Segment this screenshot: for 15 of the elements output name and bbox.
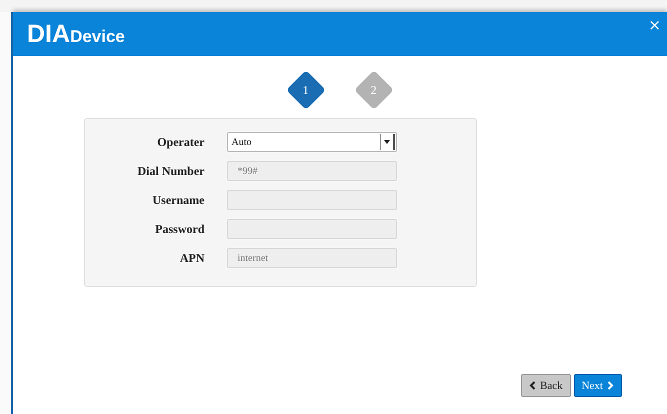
- step-indicator[interactable]: 1: [286, 70, 326, 110]
- field-label: Username: [152, 192, 204, 208]
- chevron-right-icon: [607, 381, 614, 390]
- back-button[interactable]: Back: [521, 374, 571, 397]
- operator-select[interactable]: Auto: [226, 132, 396, 152]
- step-indicator[interactable]: 2: [354, 70, 394, 110]
- field-label: Password: [154, 222, 204, 236]
- field-label: Operater: [156, 134, 204, 150]
- close-button[interactable]: ×: [644, 14, 665, 36]
- chevron-left-icon: [529, 381, 536, 390]
- field-label: APN: [178, 250, 204, 266]
- next-button[interactable]: Next: [574, 374, 622, 397]
- field-label: Dial Number: [136, 164, 204, 178]
- caret-down-icon: [384, 140, 390, 144]
- logo: DIADevice: [27, 20, 125, 48]
